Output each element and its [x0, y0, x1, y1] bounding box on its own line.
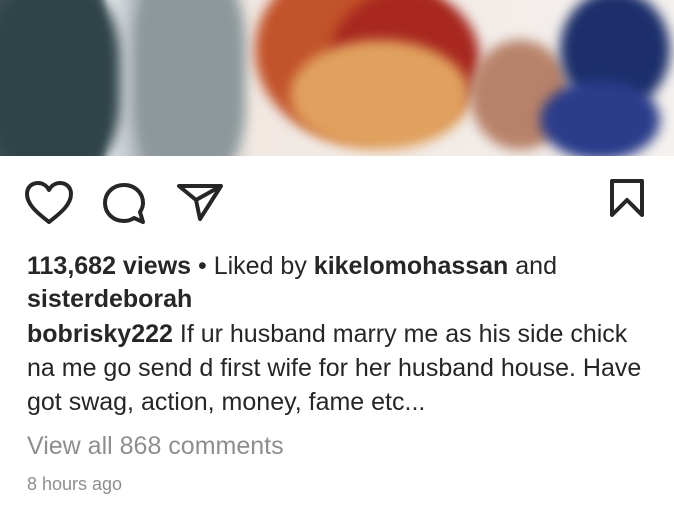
post-action-bar: [0, 160, 674, 240]
media-sleeve-right: [540, 80, 660, 156]
views-count[interactable]: 113,682 views: [27, 252, 191, 280]
media-figure-grey: [135, 0, 245, 156]
post-timestamp: 8 hours ago: [27, 474, 123, 494]
heart-icon[interactable]: [24, 180, 74, 226]
liked-by-user-link-2[interactable]: sisterdeborah: [27, 285, 192, 313]
post-caption: bobrisky222 If ur husband marry me as hi…: [27, 317, 657, 419]
view-all-comments-link[interactable]: View all 868 comments: [27, 429, 654, 463]
comment-bubble-icon[interactable]: [102, 182, 146, 226]
and-label: and: [515, 252, 557, 280]
media-figure-left: [0, 0, 120, 156]
send-paper-plane-icon[interactable]: [176, 182, 224, 222]
post-media-video[interactable]: [0, 0, 674, 156]
liked-by-user-link[interactable]: kikelomohassan: [314, 252, 509, 280]
views-and-likes-line: 113,682 views • Liked by kikelomohassan …: [27, 249, 654, 283]
liked-by-label: Liked by: [213, 252, 307, 280]
caption-username-link[interactable]: bobrisky222: [27, 320, 173, 348]
separator-dot: •: [198, 252, 207, 280]
bookmark-icon[interactable]: [608, 178, 646, 218]
media-dress-gold: [290, 40, 470, 150]
liked-by-second-line: sisterdeborah: [27, 282, 654, 316]
